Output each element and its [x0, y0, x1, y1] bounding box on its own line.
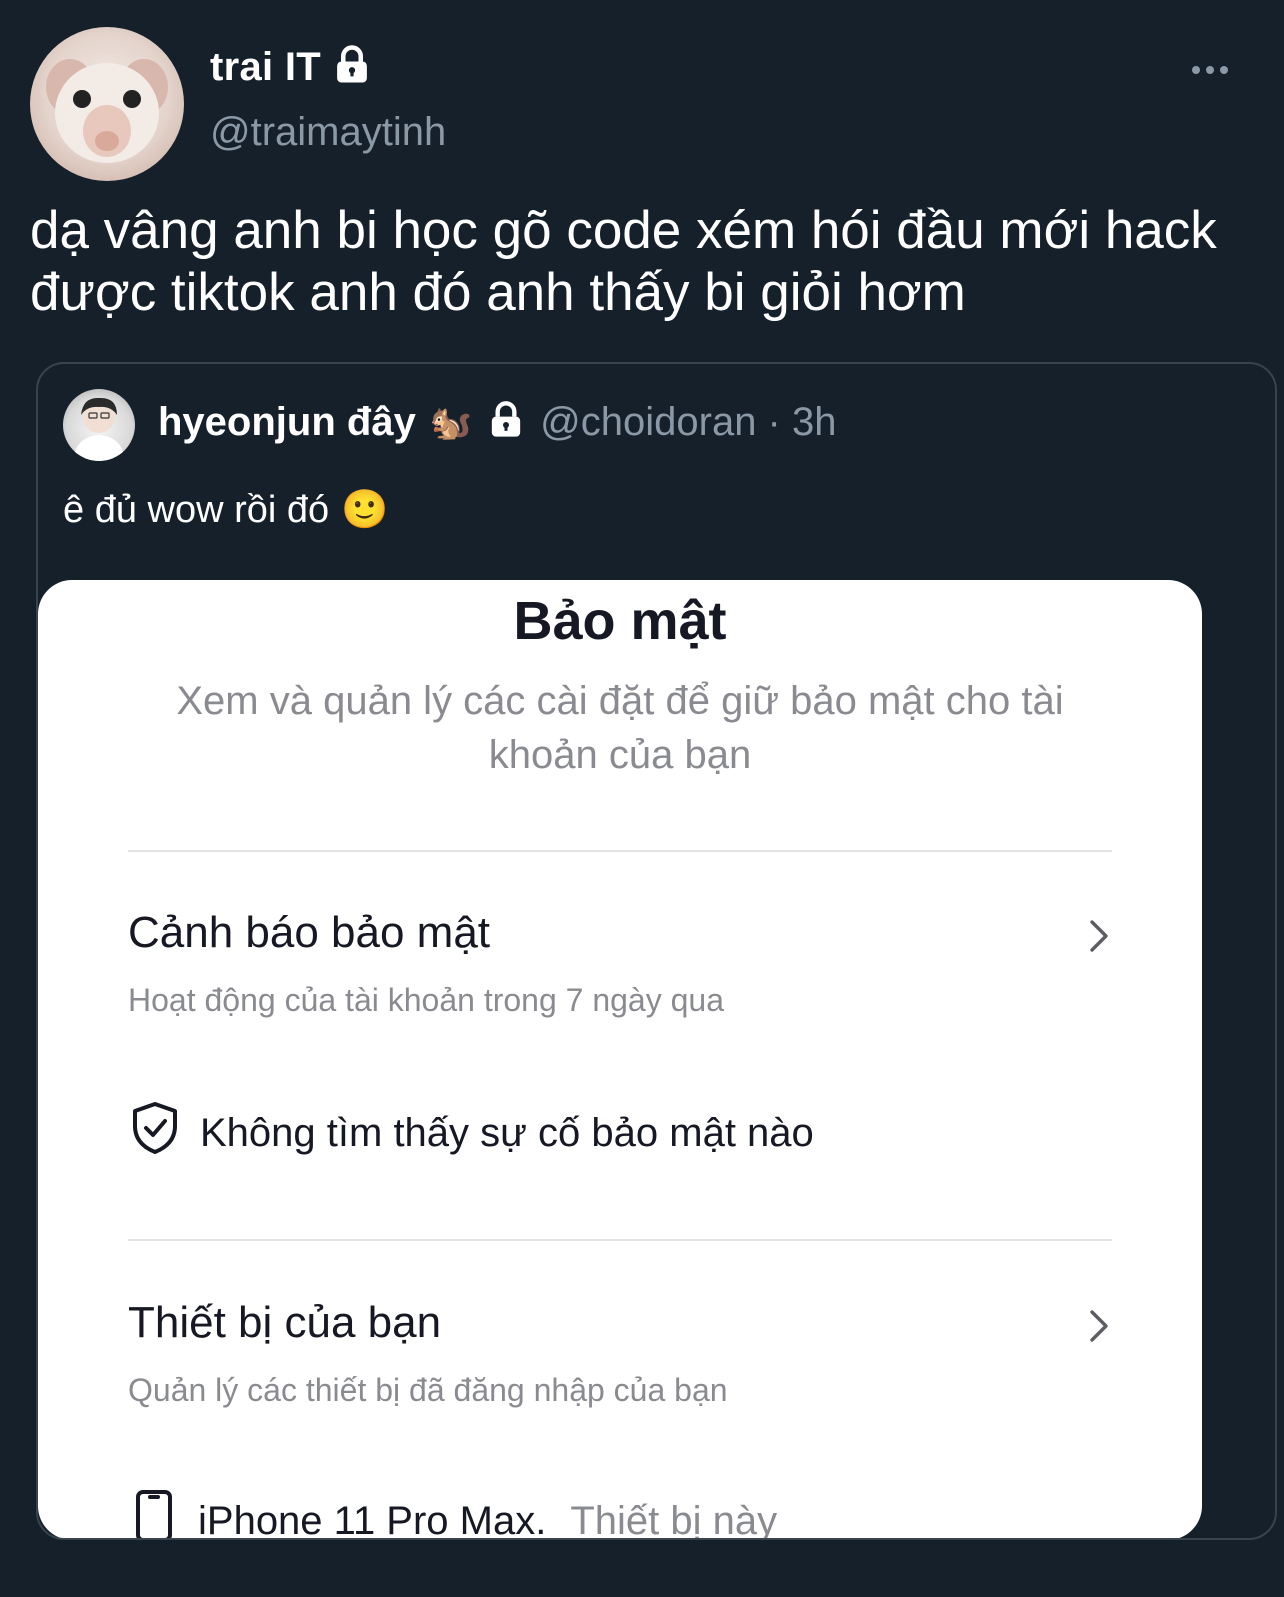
security-alert-title: Cảnh báo bảo mật [128, 908, 491, 957]
more-icon[interactable] [1192, 66, 1228, 74]
divider [128, 1239, 1112, 1241]
quote-author-avatar[interactable] [63, 389, 135, 461]
devices-title: Thiết bị của bạn [128, 1298, 442, 1347]
smile-emoji-icon: 🙂 [341, 489, 389, 531]
squirrel-emoji-icon: 🐿️ [429, 403, 473, 442]
phone-icon [134, 1488, 174, 1538]
author-handle[interactable]: @traimaytinh [210, 110, 446, 155]
device-note: Thiết bị này [570, 1498, 778, 1540]
author-avatar[interactable] [30, 27, 184, 181]
author-line: trai IT [210, 44, 373, 91]
quote-author-name[interactable]: hyeonjun đây [158, 400, 416, 445]
security-status-text: Không tìm thấy sự cố bảo mật nào [200, 1110, 814, 1155]
lock-icon [331, 44, 373, 91]
devices-subtitle: Quản lý các thiết bị đã đăng nhập của bạ… [128, 1372, 728, 1408]
quote-handle-time[interactable]: @choidoran · 3h [540, 400, 836, 445]
chevron-right-icon[interactable] [1084, 1306, 1114, 1346]
device-name: iPhone 11 Pro Max. [198, 1498, 547, 1540]
embed-subtitle: Xem và quản lý các cài đặt để giữ bảo mậ… [176, 679, 1064, 777]
chevron-right-icon[interactable] [1084, 916, 1114, 956]
tweet-text: dạ vâng anh bi học gõ code xém hói đầu m… [30, 201, 1217, 322]
quote-text: ê đủ wow rồi đó [63, 488, 330, 531]
shield-check-icon [130, 1100, 180, 1166]
divider [128, 850, 1112, 852]
quote-tweet-card[interactable]: hyeonjun đây 🐿️ @choidoran · 3h ê đủ wow… [36, 362, 1277, 1540]
security-alert-subtitle: Hoạt động của tài khoản trong 7 ngày qua [128, 982, 724, 1018]
device-row[interactable]: iPhone 11 Pro Max. Thiết bị này [134, 1488, 778, 1540]
tweet-page: trai IT @traimaytinh dạ vâng anh bi học … [0, 0, 1284, 1597]
embed-title: Bảo mật [513, 591, 727, 651]
quote-text-row: ê đủ wow rồi đó 🙂 [63, 488, 388, 532]
embedded-screenshot[interactable]: Bảo mật Xem và quản lý các cài đặt để gi… [38, 580, 1202, 1540]
lock-icon [486, 400, 526, 445]
author-name[interactable]: trai IT [210, 45, 321, 90]
security-status-row: Không tìm thấy sự cố bảo mật nào [130, 1100, 814, 1166]
quote-header: hyeonjun đây 🐿️ @choidoran · 3h [158, 400, 836, 445]
